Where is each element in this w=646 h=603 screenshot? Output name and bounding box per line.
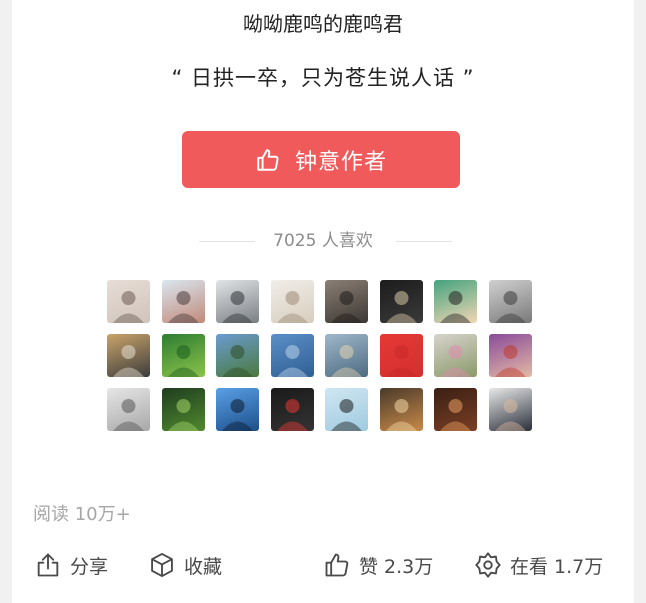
- person-photo-icon: [167, 291, 199, 323]
- share-label: 分享: [70, 555, 109, 578]
- favorite-author-label: 钟意作者: [294, 149, 387, 175]
- liker-avatar[interactable]: [379, 388, 423, 431]
- bamboo-photo-icon: [167, 345, 199, 377]
- sea-photo-icon: [276, 345, 308, 377]
- collect-button[interactable]: 收藏: [148, 548, 222, 582]
- sketch-photo-icon: [113, 399, 144, 431]
- person-photo-icon: [113, 345, 144, 377]
- liker-avatar[interactable]: [216, 334, 259, 377]
- cartoon-avatar-icon: [440, 291, 471, 323]
- trees-photo-icon: [222, 345, 253, 377]
- red-square-icon: [385, 345, 417, 377]
- like-button[interactable]: 赞 2.3万: [323, 548, 433, 582]
- liker-avatar[interactable]: [325, 334, 368, 377]
- liker-avatar[interactable]: [270, 280, 314, 323]
- author-motto: “ 日拱一卒，只为苍生说人话 ”: [171, 66, 475, 90]
- like-count-label: 赞 2.3万: [359, 555, 434, 578]
- liker-avatar[interactable]: [379, 334, 423, 377]
- wow-button[interactable]: 在看 1.7万: [474, 548, 603, 582]
- thumbs-up-outline-icon: [325, 553, 349, 577]
- piano-photo-icon: [385, 291, 417, 323]
- divider-right: [396, 241, 452, 242]
- liker-avatar[interactable]: [216, 280, 259, 323]
- liker-avatar[interactable]: [216, 388, 259, 431]
- liker-avatar[interactable]: [325, 388, 368, 431]
- likes-count-row: 7025 人喜欢: [12, 228, 634, 254]
- lights-photo-icon: [440, 399, 471, 431]
- silhouette-photo-icon: [222, 399, 253, 431]
- flower-star-icon: [475, 552, 501, 578]
- cube-icon: [151, 552, 173, 578]
- landscape-photo-icon: [222, 291, 253, 323]
- liker-avatar[interactable]: [107, 334, 150, 377]
- author-name[interactable]: 呦呦鹿鸣的鹿鸣君: [12, 8, 634, 37]
- liker-avatar[interactable]: [161, 334, 205, 377]
- liker-avatar[interactable]: [434, 280, 477, 323]
- liker-avatar[interactable]: [270, 334, 314, 377]
- read-count: 阅读 10万+: [33, 504, 131, 525]
- sky-photo-icon: [331, 345, 362, 377]
- sunset-photo-icon: [385, 399, 417, 431]
- share-button[interactable]: 分享: [34, 548, 108, 582]
- lily-photo-icon: [440, 345, 471, 377]
- liker-avatar[interactable]: [488, 280, 532, 323]
- liker-avatar[interactable]: [161, 388, 205, 431]
- liker-avatar[interactable]: [434, 388, 477, 431]
- wow-count-label: 在看 1.7万: [510, 555, 604, 578]
- liker-avatar[interactable]: [379, 280, 423, 323]
- thumbs-up-icon: [257, 148, 279, 171]
- liker-avatar[interactable]: [325, 280, 368, 323]
- liker-avatar[interactable]: [270, 388, 314, 431]
- figure-photo-icon: [276, 291, 308, 323]
- article-footer-card: 呦呦鹿鸣的鹿鸣君 “ 日拱一卒，只为苍生说人话 ” 钟意作者 7025 人喜欢 …: [12, 0, 634, 603]
- kumamon-avatar-icon: [276, 399, 308, 431]
- favorite-author-button[interactable]: 钟意作者: [182, 131, 460, 188]
- dark-photo-icon: [331, 291, 362, 323]
- liker-avatar[interactable]: [488, 334, 532, 377]
- liker-avatar[interactable]: [107, 280, 150, 323]
- liker-avatar[interactable]: [434, 334, 477, 377]
- plants-photo-icon: [167, 399, 199, 431]
- liker-avatar[interactable]: [161, 280, 205, 323]
- person-photo-icon: [494, 345, 526, 377]
- cat-photo-icon: [113, 291, 144, 323]
- share-icon: [37, 553, 59, 577]
- likes-count: 7025 人喜欢: [273, 231, 373, 251]
- exclamation-avatar-icon: [331, 399, 362, 431]
- man-suit-photo-icon: [494, 399, 526, 431]
- collect-label: 收藏: [184, 555, 223, 578]
- bw-photo-icon: [494, 291, 526, 323]
- liker-avatar[interactable]: [107, 388, 150, 431]
- liker-avatar[interactable]: [488, 388, 532, 431]
